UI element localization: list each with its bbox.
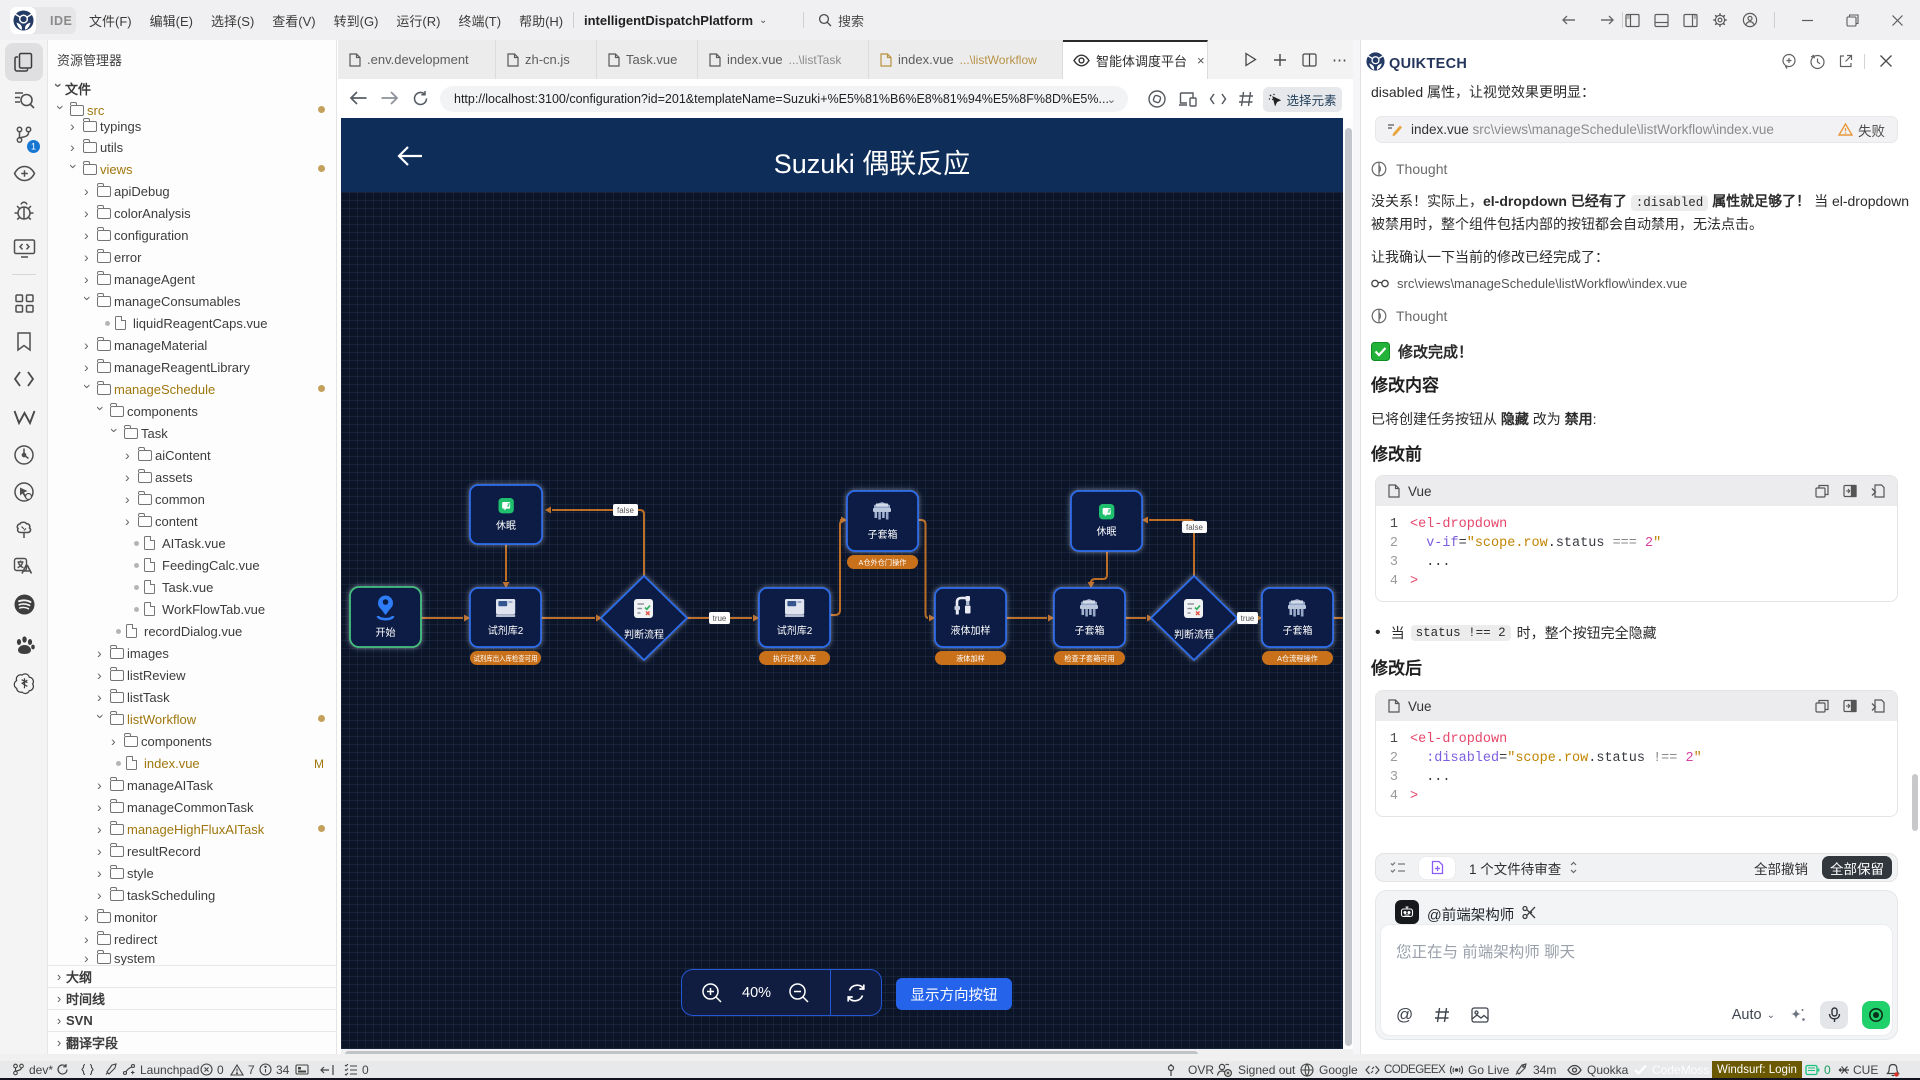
svg-text:子套箱: 子套箱 [1075,624,1105,637]
svg-text:执行试剂入库: 执行试剂入库 [773,654,816,663]
svg-text:子套箱: 子套箱 [1283,624,1313,637]
svg-text:true: true [713,614,727,623]
svg-text:true: true [1241,614,1255,623]
svg-text:子套箱: 子套箱 [868,528,898,541]
svg-text:1: 1 [31,142,36,152]
svg-text:false: false [617,506,634,515]
svg-text:试剂库出入库检查可用: 试剂库出入库检查可用 [474,654,538,663]
svg-text:液体加样: 液体加样 [956,654,985,663]
svg-text:A仓流程操作: A仓流程操作 [1277,654,1318,663]
svg-text:检查子套箱可用: 检查子套箱可用 [1064,654,1114,663]
svg-text:试剂库2: 试剂库2 [488,624,524,637]
svg-text:开始: 开始 [376,626,396,639]
svg-text:判断流程: 判断流程 [624,628,664,641]
svg-text:判断流程: 判断流程 [1174,628,1214,641]
svg-text:休眠: 休眠 [1097,526,1117,538]
svg-text:液体加样: 液体加样 [951,624,991,637]
svg-text:A仓外仓门操作: A仓外仓门操作 [859,558,907,567]
svg-text:试剂库2: 试剂库2 [777,624,813,637]
svg-text:休眠: 休眠 [496,520,516,532]
svg-text:false: false [1186,523,1203,532]
